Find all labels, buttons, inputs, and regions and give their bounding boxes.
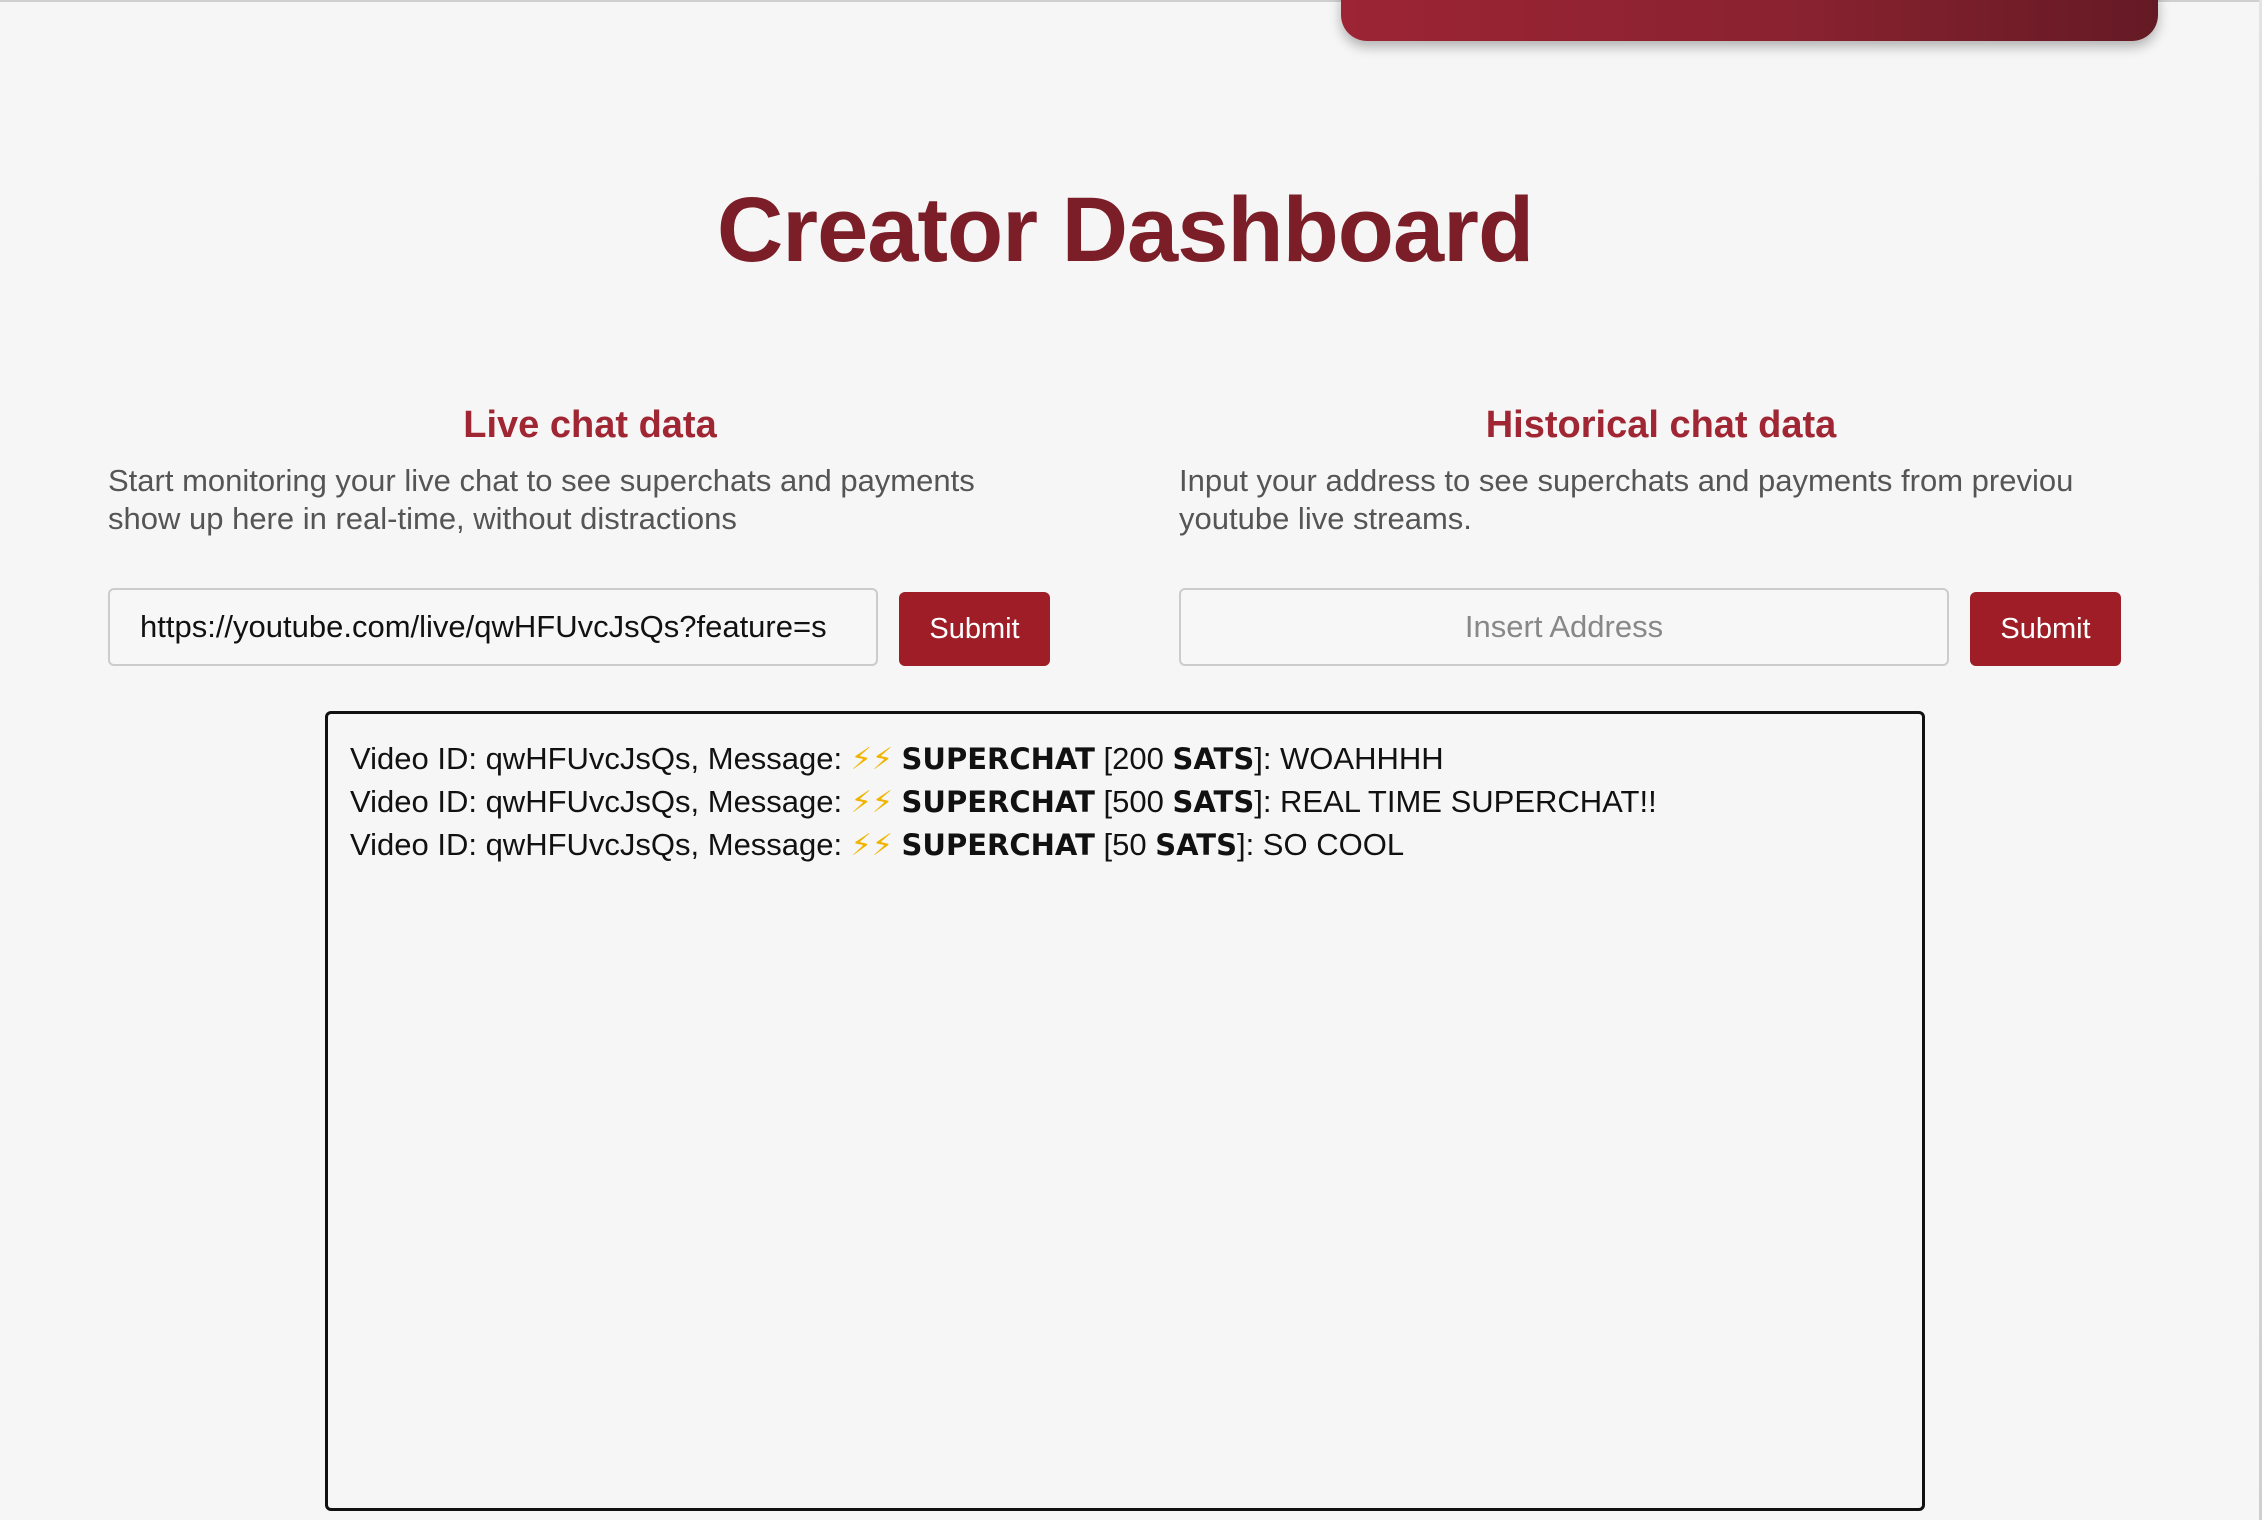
live-chat-description-line-2: show up here in real-time, without distr… <box>108 501 737 536</box>
historical-chat-description-line-1: Input your address to see superchats and… <box>1179 463 2074 498</box>
sats-unit: SATS <box>1172 785 1255 819</box>
top-nav-banner <box>1341 0 2158 41</box>
entry-amount: [200 <box>1094 741 1173 776</box>
entry-message: ]: WOAHHHH <box>1254 741 1444 776</box>
chat-log-entry: Video ID: qwHFUvcJsQs, Message: ⚡⚡ SUPER… <box>350 781 1900 824</box>
historical-chat-submit-button[interactable]: Submit <box>1970 592 2121 666</box>
historical-chat-description: Input your address to see superchats and… <box>1179 462 2239 538</box>
live-chat-heading: Live chat data <box>463 404 717 446</box>
entry-message: ]: SO COOL <box>1236 827 1405 862</box>
entry-amount: [50 <box>1094 827 1156 862</box>
sats-unit: SATS <box>1172 742 1255 776</box>
entry-message: ]: REAL TIME SUPERCHAT!! <box>1254 784 1657 819</box>
chat-log-entry: Video ID: qwHFUvcJsQs, Message: ⚡⚡ SUPER… <box>350 738 1900 781</box>
live-stream-url-input[interactable] <box>108 588 878 666</box>
entry-prefix: Video ID: qwHFUvcJsQs, Message: <box>350 784 851 819</box>
historical-chat-heading: Historical chat data <box>1485 404 1837 446</box>
superchat-keyword: SUPERCHAT <box>901 785 1095 819</box>
superchat-keyword: SUPERCHAT <box>901 828 1095 862</box>
chat-log-entry: Video ID: qwHFUvcJsQs, Message: ⚡⚡ SUPER… <box>350 824 1900 867</box>
address-input[interactable] <box>1179 588 1949 666</box>
entry-prefix: Video ID: qwHFUvcJsQs, Message: <box>350 827 851 862</box>
historical-chat-section: Historical chat data Input your address … <box>1179 398 2251 666</box>
chat-log-box[interactable]: Video ID: qwHFUvcJsQs, Message: ⚡⚡ SUPER… <box>325 711 1925 1511</box>
sats-unit: SATS <box>1155 828 1237 862</box>
live-chat-section: Live chat data Start monitoring your liv… <box>108 398 1180 666</box>
lightning-bolt-icon: ⚡⚡ <box>850 828 893 863</box>
page-title: Creator Dashboard <box>716 179 1534 281</box>
entry-amount: [500 <box>1094 784 1173 819</box>
superchat-keyword: SUPERCHAT <box>901 742 1095 776</box>
historical-chat-description-line-2: youtube live streams. <box>1179 501 1472 536</box>
live-chat-description: Start monitoring your live chat to see s… <box>108 462 1180 538</box>
live-chat-description-line-1: Start monitoring your live chat to see s… <box>108 463 975 498</box>
lightning-bolt-icon: ⚡⚡ <box>850 785 893 820</box>
entry-prefix: Video ID: qwHFUvcJsQs, Message: <box>350 741 851 776</box>
live-chat-submit-button[interactable]: Submit <box>899 592 1050 666</box>
lightning-bolt-icon: ⚡⚡ <box>850 742 893 777</box>
